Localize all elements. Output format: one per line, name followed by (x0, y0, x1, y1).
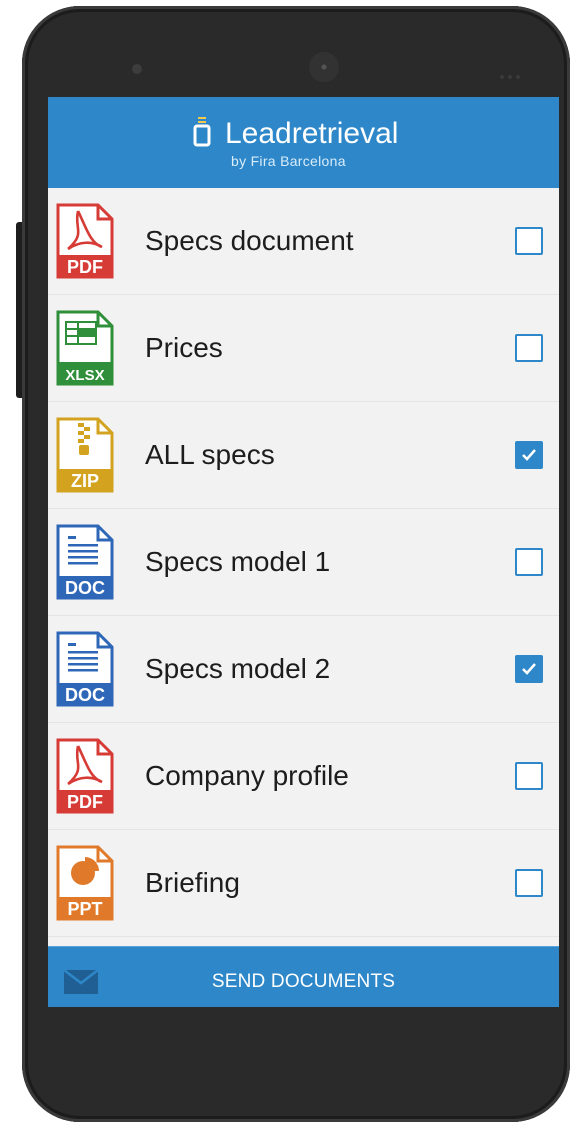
xlsx-file-icon: XLSX (56, 310, 114, 386)
send-documents-label: SEND DOCUMENTS (211, 971, 396, 992)
ppt-file-icon: PPT (56, 845, 114, 921)
document-label: Company profile (145, 760, 349, 791)
document-label: Briefing (145, 867, 240, 898)
checkmark-icon (522, 663, 536, 675)
svg-text:PPT: PPT (67, 899, 102, 919)
document-row[interactable]: DOC Specs model 2 (48, 616, 559, 723)
document-row[interactable]: PDF Company profile (48, 723, 559, 830)
document-row[interactable]: PDF Specs document (48, 188, 559, 295)
document-row[interactable]: DOC Specs model 1 (48, 509, 559, 616)
document-label: ALL specs (145, 439, 275, 470)
document-list: PDF Specs document XLSX Prices ZIP ALL specs D… (48, 188, 559, 937)
app-logo: Leadretrieval by Fira Barcelona (193, 109, 433, 179)
app-header: Leadretrieval by Fira Barcelona (48, 97, 559, 188)
document-label: Specs model 1 (145, 546, 331, 577)
document-label: Specs model 2 (145, 653, 331, 684)
app-subtitle: by Fira Barcelona (231, 153, 346, 169)
document-checkbox[interactable] (515, 441, 543, 469)
document-label: Specs document (145, 225, 354, 256)
document-checkbox[interactable] (515, 548, 543, 576)
svg-text:DOC: DOC (65, 685, 105, 705)
document-checkbox[interactable] (515, 655, 543, 683)
speaker-grille (309, 52, 339, 82)
svg-text:XLSX: XLSX (65, 367, 104, 384)
send-documents-button[interactable]: SEND DOCUMENTS (48, 946, 559, 1007)
document-checkbox[interactable] (515, 869, 543, 897)
pdf-file-icon: PDF (56, 738, 114, 814)
app-title: Leadretrieval (225, 117, 399, 150)
app-screen: Leadretrieval by Fira Barcelona PDF Specs… (48, 97, 559, 1007)
svg-text:PDF: PDF (67, 792, 103, 812)
document-label: Prices (145, 332, 223, 363)
camera-icon (132, 64, 142, 74)
checkmark-icon (522, 449, 536, 461)
doc-file-icon: DOC (56, 631, 114, 707)
document-checkbox[interactable] (515, 334, 543, 362)
document-checkbox[interactable] (515, 227, 543, 255)
doc-file-icon: DOC (56, 524, 114, 600)
svg-text:ZIP: ZIP (71, 471, 99, 491)
document-row[interactable]: ZIP ALL specs (48, 402, 559, 509)
zip-file-icon: ZIP (56, 417, 114, 493)
sensor-dots (500, 66, 534, 79)
document-row[interactable]: XLSX Prices (48, 295, 559, 402)
svg-text:PDF: PDF (67, 257, 103, 277)
document-checkbox[interactable] (515, 762, 543, 790)
pdf-file-icon: PDF (56, 203, 114, 279)
svg-text:DOC: DOC (65, 578, 105, 598)
logo-icon (193, 117, 211, 147)
document-row[interactable]: PPT Briefing (48, 830, 559, 937)
